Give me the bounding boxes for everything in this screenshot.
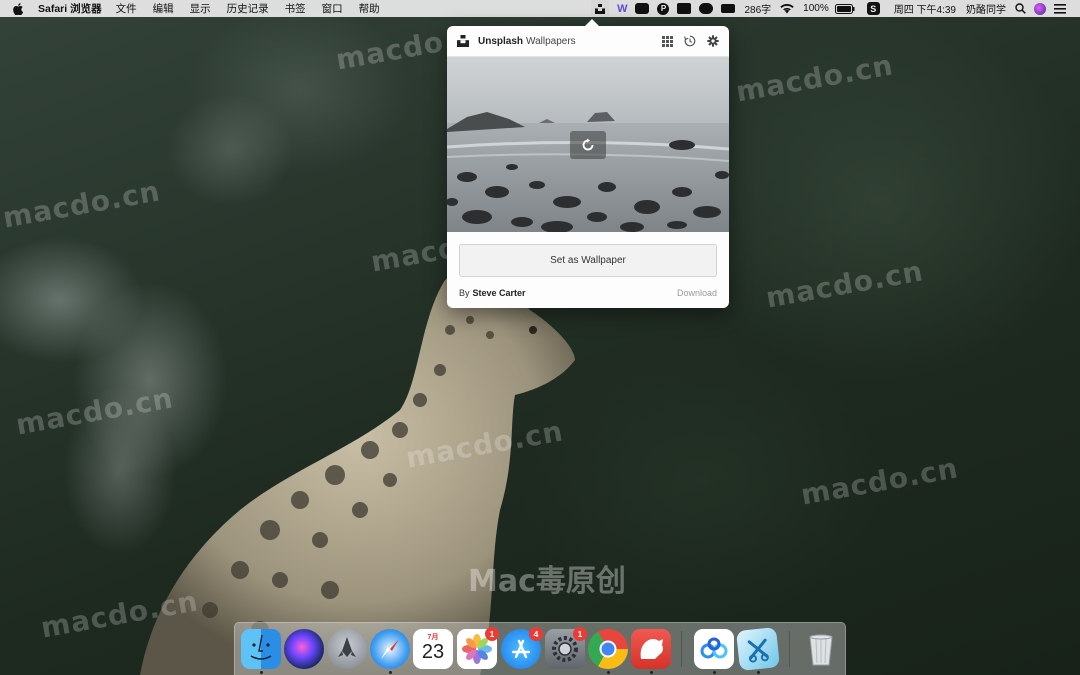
running-indicator [389,671,392,674]
menu-window[interactable]: 窗口 [322,1,343,16]
dock: 7月 23 1 4 1 [234,622,846,675]
launchpad-icon[interactable] [327,629,367,669]
refresh-icon [582,138,594,151]
author-link[interactable]: Steve Carter [473,288,526,298]
baidu-netdisk-icon[interactable] [694,629,734,669]
clock[interactable]: 周四 下午4:39 [894,1,956,16]
trash-icon[interactable] [801,629,841,669]
chrome-icon[interactable] [588,629,628,669]
center-watermark: Mac毒原创 [468,564,626,599]
stack-icon[interactable] [721,0,736,17]
popover-footer: By Steve Carter Download [459,288,717,298]
toggle-icon[interactable] [635,0,650,17]
bear-icon[interactable] [631,629,671,669]
running-indicator [260,671,263,674]
siri-icon[interactable] [284,629,324,669]
menu-help[interactable]: 帮助 [359,1,380,16]
menu-history[interactable]: 历史记录 [227,1,269,16]
siri-icon[interactable] [1034,0,1046,17]
app-menu[interactable]: Safari 浏览器 [38,1,102,16]
unsplash-logo-icon [457,35,469,47]
cloud-icon[interactable] [699,0,714,17]
battery-percent[interactable]: 100% [803,3,829,14]
xcode-icon[interactable] [736,627,780,671]
dock-separator [681,631,682,667]
calendar-icon[interactable]: 7月 23 [413,629,453,669]
apple-icon[interactable] [12,2,24,15]
running-indicator [607,671,610,674]
running-indicator [650,671,653,674]
screen-icon[interactable] [677,0,692,17]
battery-icon[interactable] [834,0,855,17]
set-as-wallpaper-button[interactable]: Set as Wallpaper [459,244,717,277]
system-preferences-badge: 1 [573,627,587,641]
unsplash-tray-icon[interactable] [591,0,610,17]
menu-bar: Safari 浏览器 文件 编辑 显示 历史记录 书签 窗口 帮助 W P 28… [0,0,1080,17]
photos-badge: 1 [485,627,499,641]
wifi-icon[interactable] [780,0,794,17]
download-link[interactable]: Download [677,288,717,298]
calendar-day: 23 [421,641,445,663]
list-icon[interactable] [1054,0,1066,17]
menu-bookmarks[interactable]: 书签 [285,1,306,16]
running-indicator [757,671,760,674]
history-icon[interactable] [684,35,696,47]
unsplash-popover: Unsplash Wallpapers Set as Wallpaper By … [447,19,729,308]
p-icon[interactable]: P [657,0,670,17]
menu-edit[interactable]: 编辑 [153,1,174,16]
user-name[interactable]: 奶酪同学 [966,1,1006,16]
settings-icon[interactable] [707,35,719,47]
popover-header: Unsplash Wallpapers [447,26,729,57]
refresh-button[interactable] [570,131,606,159]
by-prefix: By [459,288,470,298]
s-icon[interactable]: S [866,0,880,17]
menu-file[interactable]: 文件 [116,1,137,16]
dock-separator [789,631,790,667]
app-store-badge: 4 [529,627,543,641]
word-count[interactable]: 286字 [744,1,771,16]
grid-icon[interactable] [662,35,673,47]
popover-title: Unsplash [478,35,524,47]
finder-icon[interactable] [241,629,281,669]
safari-icon[interactable] [370,629,410,669]
wallpaper-preview [447,57,729,232]
popover-subtitle: Wallpapers [526,35,576,47]
search-icon[interactable] [1015,0,1026,17]
w-icon[interactable]: W [617,0,627,17]
menu-view[interactable]: 显示 [190,1,211,16]
running-indicator [713,671,716,674]
